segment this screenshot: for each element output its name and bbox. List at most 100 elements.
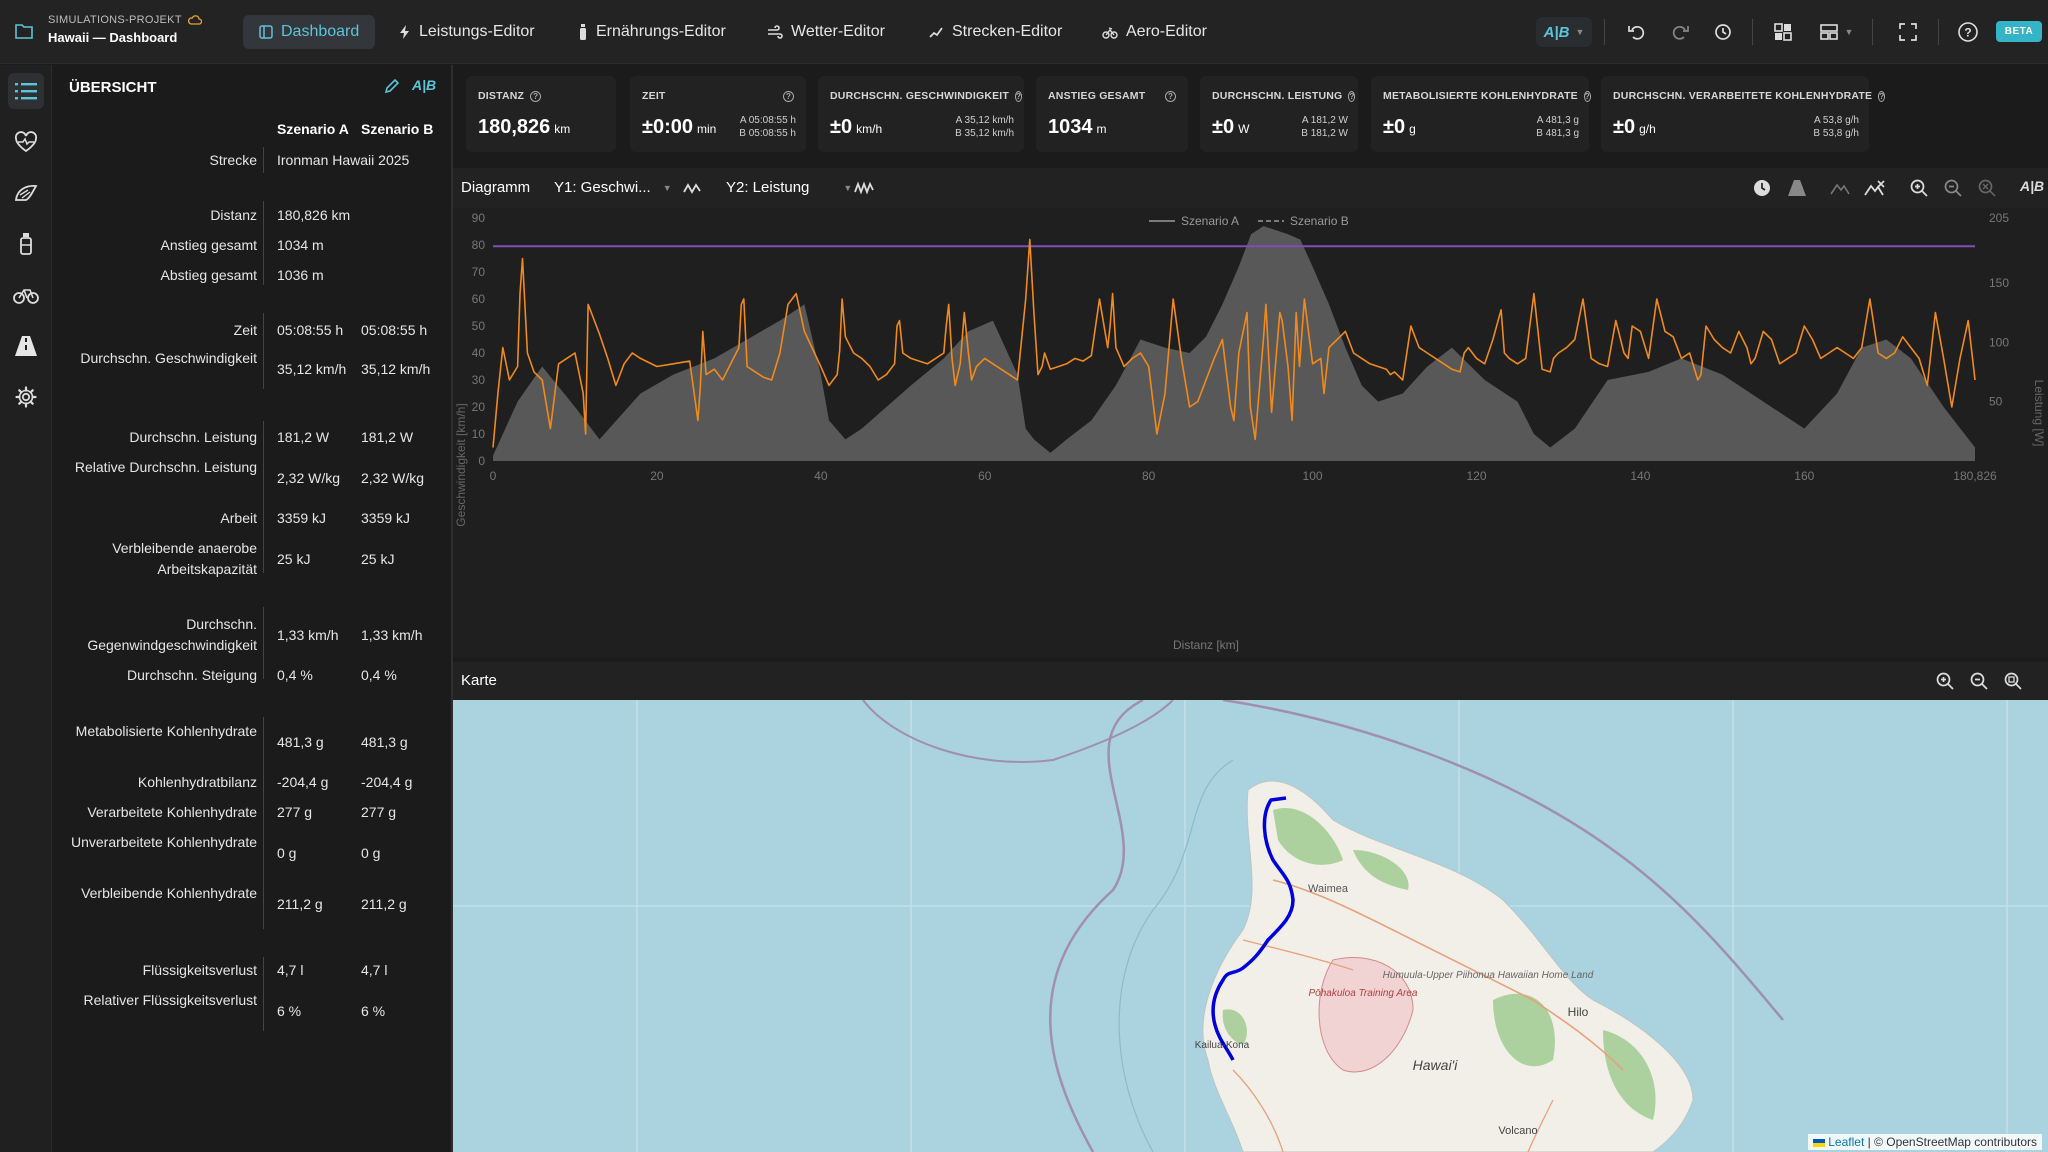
ab-compare-icon[interactable]: A|B — [2020, 178, 2044, 194]
map-label-hilo: Hilo — [1568, 1005, 1589, 1019]
y1-tick-label: 10 — [472, 427, 486, 441]
route-map[interactable]: Waimea Pōhakuloa Training Area Humuula-U… — [453, 700, 2048, 1152]
value-b: 277 g — [361, 804, 397, 820]
info-icon[interactable]: ? — [1165, 90, 1176, 102]
toolbar-divider — [1872, 19, 1873, 45]
info-icon[interactable]: ? — [1015, 90, 1023, 102]
toolbar-divider — [1752, 19, 1753, 45]
elevation-toggle-icon[interactable] — [1864, 179, 1886, 197]
info-icon[interactable]: ? — [530, 90, 542, 102]
info-icon[interactable]: ? — [783, 90, 794, 102]
value-a: 35,12 km/h — [277, 361, 347, 377]
tab-wetter-editor[interactable]: Wetter-Editor — [751, 15, 901, 49]
island-landmass — [1202, 780, 1694, 1152]
tab-label: Leistungs-Editor — [419, 23, 535, 40]
group-divider — [263, 717, 264, 929]
y2-tick-label: 50 — [1989, 395, 2003, 409]
metric-value: ±0 — [830, 116, 853, 138]
metric-label: DURCHSCHN. VERARBEITETE KOHLENHYDRATE — [1613, 90, 1873, 102]
folder-icon[interactable] — [14, 22, 34, 40]
elevation-off-icon[interactable] — [1830, 179, 1850, 197]
value-a: 05:08:55 h — [277, 322, 344, 338]
speed-power-chart[interactable]: 0 20 40 60 80 100 120 140 160 180,826 0 10 20 30 40 50 6… — [453, 208, 2048, 658]
side-rail — [0, 65, 52, 1152]
row-label: Durchschn. Geschwindigkeit — [80, 350, 257, 366]
tab-strecken-editor[interactable]: Strecken-Editor — [912, 15, 1078, 49]
leaflet-link[interactable]: Leaflet — [1828, 1135, 1864, 1149]
x-tick-label: 80 — [1142, 469, 1156, 483]
toolbar-divider — [1938, 19, 1939, 45]
road-axis-icon[interactable] — [1787, 179, 1807, 197]
legend-label-b: Szenario B — [1290, 214, 1349, 228]
tab-dashboard[interactable]: Dashboard — [243, 15, 376, 49]
map-label-training-area: Pōhakuloa Training Area — [1309, 988, 1418, 999]
row-label: Verbleibende Kohlenhydrate — [81, 885, 257, 901]
zoom-reset-icon[interactable] — [1978, 179, 1996, 197]
row-label: Arbeit — [220, 510, 257, 526]
value-a: Ironman Hawaii 2025 — [277, 152, 410, 168]
zoom-in-icon[interactable] — [1910, 179, 1928, 197]
ukraine-flag-icon — [1812, 1138, 1825, 1147]
tab-aero-editor[interactable]: Aero-Editor — [1086, 15, 1223, 49]
map-fit-route-icon[interactable] — [2004, 672, 2022, 690]
settings-gear-icon[interactable] — [8, 379, 44, 415]
x-tick-label: 60 — [978, 469, 992, 483]
y1-tick-label: 80 — [472, 238, 486, 252]
map-zoom-in-icon[interactable] — [1936, 672, 1954, 690]
overview-list-icon[interactable] — [8, 73, 44, 109]
metric-value-a: A 181,2 W — [1301, 115, 1348, 126]
value-a: 277 g — [277, 804, 313, 820]
y2-axis-select[interactable]: Y2: Leistung ▼ — [726, 179, 852, 196]
chart-toolbar: Diagramm Y1: Geschwi... ▼ Y2: Leistung ▼… — [453, 168, 2048, 208]
y2-tick-label: 205 — [1989, 211, 2009, 225]
chevron-down-icon: ▼ — [1575, 27, 1585, 37]
fullscreen-icon[interactable] — [1893, 17, 1923, 47]
history-icon[interactable] — [1708, 17, 1738, 47]
heart-rate-icon[interactable] — [8, 124, 44, 160]
info-icon[interactable]: ? — [1878, 90, 1886, 102]
map-toolbar: Karte — [453, 662, 2048, 700]
bike-icon[interactable] — [8, 277, 44, 313]
bottle-icon[interactable] — [8, 226, 44, 262]
edit-pencil-icon[interactable] — [383, 77, 401, 95]
row-label: Relative Durchschn. Leistung — [74, 459, 257, 475]
value-a: 180,826 km — [277, 207, 351, 223]
map-zoom-out-icon[interactable] — [1970, 672, 1988, 690]
y1-tick-label: 20 — [472, 400, 486, 414]
map-label-home-land: Humuula-Upper Piihonua Hawaiian Home Lan… — [1383, 970, 1594, 981]
y1-line-style-icon[interactable] — [683, 180, 703, 196]
metric-unit: W — [1238, 122, 1250, 136]
metric-card-leistung: DURCHSCHN. LEISTUNG? ±0 W A 181,2 W B 181,… — [1200, 76, 1358, 152]
time-axis-icon[interactable] — [1753, 179, 1771, 197]
info-icon[interactable]: ? — [1583, 90, 1591, 102]
tab-leistungs-editor[interactable]: Leistungs-Editor — [383, 15, 551, 49]
row-label: Distanz — [210, 207, 257, 223]
value-a: 4,7 l — [277, 962, 304, 978]
y2-line-style-icon[interactable] — [854, 180, 874, 196]
metric-value: ±0 — [1212, 116, 1235, 138]
value-a: 181,2 W — [277, 429, 330, 445]
help-icon[interactable]: ? — [1953, 17, 1983, 47]
tab-label: Aero-Editor — [1126, 23, 1207, 40]
tab-label: Dashboard — [281, 23, 360, 40]
y1-axis-select[interactable]: Y1: Geschwi... ▼ — [554, 179, 672, 196]
info-icon[interactable]: ? — [1348, 90, 1356, 102]
layout-preset-icon[interactable] — [1768, 17, 1798, 47]
ab-compare-toggle[interactable]: A|B ▼ — [1536, 17, 1592, 47]
tab-ernaehrungs-editor[interactable]: Ernährungs-Editor — [562, 15, 742, 49]
y1-tick-label: 70 — [472, 265, 486, 279]
metric-value-b: B 05:08:55 h — [739, 128, 796, 139]
layout-menu-button[interactable]: ▼ — [1812, 17, 1860, 47]
tab-label: Strecken-Editor — [952, 23, 1063, 40]
redo-icon[interactable] — [1665, 17, 1695, 47]
legend-label-a: Szenario A — [1181, 214, 1239, 228]
value-b: 211,2 g — [361, 896, 407, 912]
map-attribution: Leaflet | © OpenStreetMap contributors — [1807, 1134, 2042, 1150]
ab-compare-icon[interactable]: A|B — [412, 77, 436, 93]
metric-unit: g/h — [1639, 122, 1656, 136]
road-icon[interactable] — [8, 328, 44, 364]
aero-helmet-icon[interactable] — [8, 175, 44, 211]
undo-icon[interactable] — [1622, 17, 1652, 47]
metric-value-b: B 181,2 W — [1301, 128, 1348, 139]
zoom-out-icon[interactable] — [1944, 179, 1962, 197]
